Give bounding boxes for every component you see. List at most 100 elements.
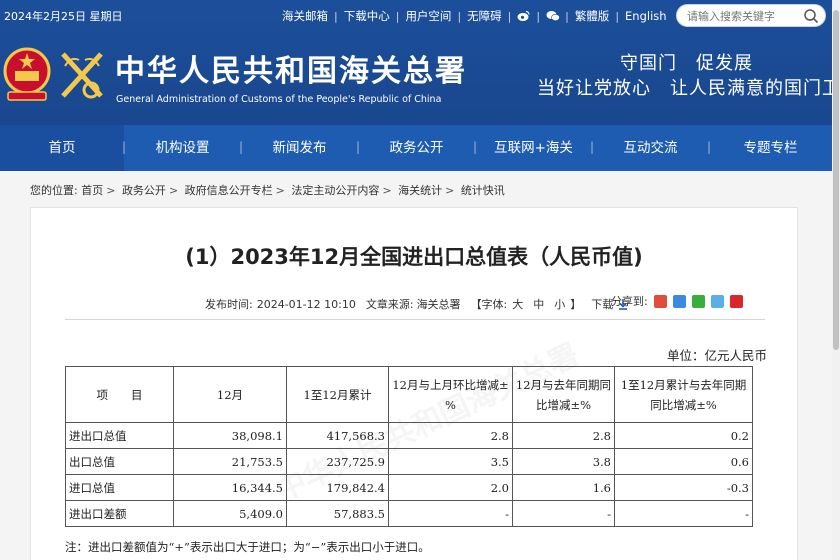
col-header-yoy: 12月与去年同期同比增减±% xyxy=(512,366,615,423)
weibo-share-icon[interactable] xyxy=(653,294,667,308)
weibo-icon[interactable] xyxy=(517,10,530,22)
breadcrumb-home[interactable]: 首页 xyxy=(81,184,103,197)
nav-internet-customs[interactable]: 互联网+海关 xyxy=(475,125,592,171)
cell-value: 417,568.3 xyxy=(286,422,389,449)
separator: | xyxy=(334,9,338,23)
cell-value: -0.3 xyxy=(614,474,753,501)
article-card: 中华人民共和国海关总署 (1）2023年12月全国进出口总值表（人民币值) 发布… xyxy=(30,207,798,560)
cell-value: 38,098.1 xyxy=(173,422,287,449)
link-traditional-chinese[interactable]: 繁體版 xyxy=(575,8,610,24)
cell-value: 0.6 xyxy=(614,448,753,475)
source-value: 海关总署 xyxy=(416,298,461,311)
cell-value: 2.0 xyxy=(388,474,513,501)
col-header-dec: 12月 xyxy=(173,366,287,423)
main-nav: 首页 | 机构设置 | 新闻发布 | 政务公开 | 互联网+海关 | 互动交流 … xyxy=(0,125,840,171)
nav-home[interactable]: 首页 xyxy=(0,125,124,171)
col-header-item: 项 目 xyxy=(65,366,174,423)
share-bar: 分享到: xyxy=(611,293,743,309)
nav-interaction[interactable]: 互动交流 xyxy=(592,125,709,171)
link-mailbox[interactable]: 海关邮箱 xyxy=(282,8,328,24)
font-size-large[interactable]: 大 xyxy=(512,296,523,312)
download-link[interactable]: 下载 xyxy=(591,296,613,312)
nav-news[interactable]: 新闻发布 xyxy=(241,125,358,171)
font-size-small[interactable]: 小 xyxy=(554,296,565,312)
font-size-label: 【字体: xyxy=(470,298,508,311)
unit-label: 单位：亿元人民币 xyxy=(667,348,768,363)
nav-government-affairs[interactable]: 政务公开 xyxy=(358,125,475,171)
breadcrumb: 您的位置: 首页 > 政务公开 > 政府信息公开专栏 > 法定主动公开内容 > 海关统计… xyxy=(30,182,505,198)
link-user-space[interactable]: 用户空间 xyxy=(405,8,451,24)
article-title: (1）2023年12月全国进出口总值表（人民币值) xyxy=(185,245,643,269)
site-name-cn: 中华人民共和国海关总署 xyxy=(115,54,467,89)
font-size-close: 】 xyxy=(570,298,582,311)
separator: | xyxy=(615,9,620,23)
cell-value: 57,883.5 xyxy=(286,500,389,527)
site-name-en: General Administration of Customs of the… xyxy=(116,94,442,105)
breadcrumb-separator: > xyxy=(275,184,285,197)
table-row: 进口总值 16,344.5 179,842.4 2.0 1.6 -0.3 xyxy=(65,474,753,501)
source-label: 文章来源: xyxy=(365,298,414,311)
row-label: 进口总值 xyxy=(65,474,174,501)
tencent-share-icon[interactable] xyxy=(710,294,724,308)
breadcrumb-stat-express[interactable]: 统计快讯 xyxy=(461,184,505,197)
cell-value: 179,842.4 xyxy=(286,474,389,501)
page: 2024年2月25日 星期日 海关邮箱 | 下载中心 | 用户空间 | 无障碍 … xyxy=(0,0,840,560)
scrollbar-thumb[interactable] xyxy=(833,10,839,350)
col-header-ytd: 1至12月累计 xyxy=(286,366,389,423)
link-english[interactable]: English xyxy=(625,9,667,23)
publish-label: 发布时间: xyxy=(205,298,253,311)
cell-value: 0.2 xyxy=(614,422,753,449)
link-download-center[interactable]: 下载中心 xyxy=(344,8,390,24)
renren-share-icon[interactable] xyxy=(729,294,743,308)
article-meta: 发布时间: 2024-01-12 10:10 文章来源: 海关总署 【字体: 大… xyxy=(205,296,629,312)
page-scrollbar[interactable] xyxy=(832,0,840,560)
top-links: 海关邮箱 | 下载中心 | 用户空间 | 无障碍 | | | 繁體版 | Eng… xyxy=(282,8,667,24)
national-emblem-icon xyxy=(2,44,52,106)
table-header-row: 项 目 12月 1至12月累计 12月与上月环比增减±% 12月与去年同期同比增… xyxy=(65,366,753,423)
breadcrumb-customs-statistics[interactable]: 海关统计 xyxy=(398,184,442,197)
cell-value: - xyxy=(388,500,513,527)
nav-organization[interactable]: 机构设置 xyxy=(124,125,241,171)
wechat-icon[interactable] xyxy=(546,10,560,22)
nav-special-topics[interactable]: 专题专栏 xyxy=(709,125,832,171)
customs-emblem-icon xyxy=(57,44,107,106)
table-row: 出口总值 21,753.5 237,725.9 3.5 3.8 0.6 xyxy=(65,448,753,475)
breadcrumb-separator: > xyxy=(106,184,116,197)
separator: | xyxy=(395,9,400,23)
breadcrumb-separator: > xyxy=(445,184,455,197)
link-accessibility[interactable]: 无障碍 xyxy=(467,8,502,24)
cell-value: 237,725.9 xyxy=(286,448,389,475)
breadcrumb-government-affairs[interactable]: 政务公开 xyxy=(122,184,166,197)
separator: | xyxy=(457,9,462,23)
qzone-share-icon[interactable] xyxy=(672,294,686,308)
cell-value: 2.8 xyxy=(512,422,615,449)
breadcrumb-info-disclosure[interactable]: 政府信息公开专栏 xyxy=(185,184,273,197)
col-header-mom: 12月与上月环比增减±% xyxy=(388,366,513,423)
col-header-ytd-yoy: 1至12月累计与去年同期同比增减±% xyxy=(614,366,753,423)
slogan-line-2: 当好让党放心 让人民满意的国门卫士 xyxy=(537,78,840,99)
cell-value: 5,409.0 xyxy=(173,500,287,527)
search-box xyxy=(676,4,826,27)
row-label: 进出口总值 xyxy=(65,422,174,449)
cell-value: 1.6 xyxy=(512,474,615,501)
site-header: 2024年2月25日 星期日 海关邮箱 | 下载中心 | 用户空间 | 无障碍 … xyxy=(0,0,840,125)
row-label: 出口总值 xyxy=(65,448,174,475)
current-date: 2024年2月25日 星期日 xyxy=(4,10,123,23)
font-size-medium[interactable]: 中 xyxy=(533,296,544,312)
separator: | xyxy=(507,9,512,23)
wechat-share-icon[interactable] xyxy=(691,294,705,308)
table-row: 进出口总值 38,098.1 417,568.3 2.8 2.8 0.2 xyxy=(65,422,753,449)
breadcrumb-separator: > xyxy=(382,184,392,197)
publish-time: 2024-01-12 10:10 xyxy=(256,297,356,311)
cell-value: 2.8 xyxy=(388,422,513,449)
cell-value: - xyxy=(512,500,615,527)
breadcrumb-separator: > xyxy=(168,184,179,197)
search-icon[interactable] xyxy=(803,8,819,24)
breadcrumb-statutory-content[interactable]: 法定主动公开内容 xyxy=(291,184,379,197)
slogan-line-1: 守国门 促发展 xyxy=(620,53,753,74)
search-input[interactable] xyxy=(687,8,797,24)
share-label: 分享到: xyxy=(611,295,648,308)
separator: | xyxy=(565,9,569,23)
breadcrumb-prefix: 您的位置: xyxy=(30,184,78,197)
table-note: 注：进出口差额值为“+”表示出口大于进口；为“−”表示出口小于进口。 xyxy=(65,540,430,554)
